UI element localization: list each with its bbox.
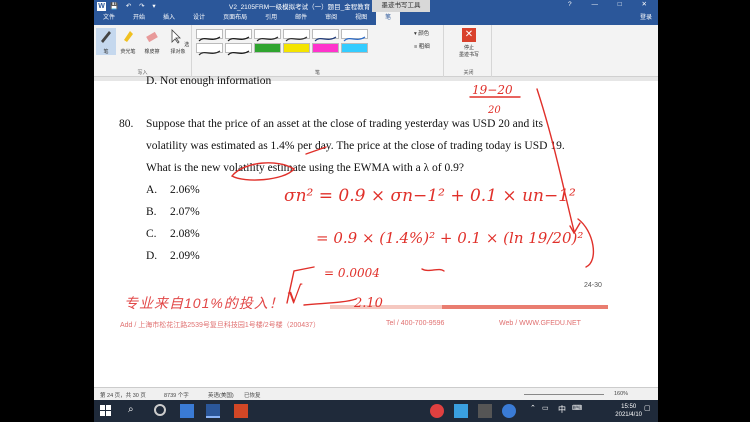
- pen-swatch-2[interactable]: [225, 29, 252, 42]
- ribbon: 笔 荧光笔 橡皮擦 选择对象 写入 笔 ▾ 颜色 ≡ 粗细 ✕ 停止 墨迹书写 …: [94, 25, 658, 77]
- close-button[interactable]: ✕: [642, 1, 656, 8]
- app-icon[interactable]: [180, 404, 194, 418]
- word-app-icon: W: [97, 1, 106, 11]
- tab-pen[interactable]: 笔: [376, 12, 401, 25]
- search-icon[interactable]: ⌕: [128, 404, 142, 418]
- ink-fraction-top: 19−20: [472, 83, 513, 97]
- maximize-button[interactable]: □: [618, 1, 631, 8]
- ink-formula-2: = 0.9 × (1.4%)² + 0.1 × (ln 19/20)²: [316, 229, 583, 247]
- tab-layout[interactable]: 页面布局: [214, 12, 256, 25]
- close-group-label: 关闭: [463, 70, 474, 76]
- pen-icon: [101, 31, 111, 43]
- highlighter-tool-label: 荧光笔: [120, 49, 136, 55]
- select-objects-button[interactable]: 选择对象: [166, 28, 190, 55]
- ink-formula-3: = 0.0004: [324, 266, 380, 280]
- ime-indicator[interactable]: 中: [558, 404, 572, 418]
- clock-time: 15:50: [621, 404, 637, 410]
- context-tab-label: 墨迹书写工具: [372, 0, 430, 12]
- tray-icon-4[interactable]: [502, 404, 516, 418]
- close-icon: ✕: [462, 28, 476, 42]
- tab-file[interactable]: 文件: [94, 12, 125, 25]
- tab-design[interactable]: 设计: [184, 12, 214, 25]
- pen-tool-button[interactable]: 笔: [96, 28, 116, 55]
- cursor-icon: [171, 29, 181, 44]
- status-words[interactable]: 8739 个字: [164, 391, 189, 399]
- tab-view[interactable]: 视图: [346, 12, 376, 25]
- highlighter-tool-button[interactable]: 荧光笔: [118, 28, 138, 55]
- pen-swatch-3[interactable]: [254, 29, 281, 42]
- color-dropdown[interactable]: ▾ 颜色: [414, 29, 429, 37]
- zoom-slider[interactable]: [524, 394, 604, 395]
- notification-icon[interactable]: ▢: [644, 404, 658, 418]
- pen-swatch-11[interactable]: [312, 43, 339, 53]
- close-group: ✕ 停止 墨迹书写 关闭: [446, 25, 492, 77]
- status-recovered: 已恢复: [244, 393, 261, 399]
- tab-insert[interactable]: 插入: [154, 12, 184, 25]
- pen-swatch-9[interactable]: [254, 43, 281, 53]
- tab-home[interactable]: 开始: [124, 12, 154, 25]
- tray-icon-2[interactable]: [454, 404, 468, 418]
- tray-icon-3[interactable]: [478, 404, 492, 418]
- thickness-dropdown[interactable]: ≡ 粗细: [414, 42, 430, 50]
- write-group: 笔 荧光笔 橡皮擦 选择对象 写入: [94, 25, 192, 77]
- stop-inking-button[interactable]: ✕ 停止 墨迹书写: [454, 28, 484, 58]
- pens-group: 笔: [192, 25, 444, 77]
- pen-options: ▾ 颜色 ≡ 粗细: [412, 25, 444, 77]
- document-page[interactable]: D. Not enough information 80. Suppose th…: [94, 75, 658, 402]
- tab-mailings[interactable]: 邮件: [286, 12, 316, 25]
- windows-start-icon[interactable]: [100, 404, 114, 418]
- tab-references[interactable]: 引用: [256, 12, 286, 25]
- ink-fraction-bottom: 20: [487, 105, 501, 116]
- keyboard-icon[interactable]: ⌨: [572, 404, 586, 418]
- window-controls[interactable]: ? — □ ✕: [568, 0, 656, 8]
- minimize-button[interactable]: —: [591, 1, 607, 8]
- powerpoint-taskbar-icon[interactable]: [234, 404, 248, 418]
- status-language[interactable]: 英语(美国): [208, 391, 234, 399]
- tray-app-icon[interactable]: [430, 404, 444, 418]
- eraser-tool-label: 橡皮擦: [144, 49, 160, 55]
- pen-swatch-10[interactable]: [283, 43, 310, 53]
- pen-swatch-8[interactable]: [225, 43, 252, 56]
- ink-sqrt: √: [287, 281, 303, 309]
- pen-swatch-6[interactable]: [341, 29, 368, 42]
- clock[interactable]: 15:50 2021/4/10: [615, 403, 642, 419]
- status-page[interactable]: 第 24 页，共 30 页: [100, 391, 146, 399]
- thickness-label: 粗细: [418, 44, 430, 50]
- network-icon[interactable]: ▭: [542, 404, 556, 418]
- quick-access-toolbar[interactable]: 💾 ↶ ↷ ▾: [110, 2, 159, 10]
- highlighter-icon: [124, 31, 133, 42]
- eraser-icon: [146, 31, 158, 43]
- help-button[interactable]: ?: [568, 1, 581, 8]
- ink-annotations[interactable]: 19−20 20 σn² = 0.9 × σn−1² + 0.1 × un−1²…: [94, 81, 658, 381]
- pen-swatch-7[interactable]: [196, 43, 223, 56]
- ink-result: 2.10: [353, 296, 383, 311]
- eraser-tool-button[interactable]: 橡皮擦: [142, 28, 162, 55]
- status-bar: 第 24 页，共 30 页 8739 个字 英语(美国) 已恢复 160%: [94, 387, 658, 400]
- pen-tool-label: 笔: [103, 49, 109, 55]
- color-label: 颜色: [418, 31, 430, 37]
- zoom-level[interactable]: 160%: [614, 391, 628, 397]
- tab-review[interactable]: 审阅: [316, 12, 346, 25]
- pen-swatch-1[interactable]: [196, 29, 223, 42]
- ink-formula-1: σn² = 0.9 × σn−1² + 0.1 × un−1²: [284, 186, 576, 206]
- ribbon-tabs: 文件 开始 插入 设计 页面布局 引用 邮件 审阅 视图 笔 登录: [94, 12, 658, 25]
- clock-date: 2021/4/10: [615, 412, 642, 418]
- screen: W 💾 ↶ ↷ ▾ V2_2105FRM一级模拟考试（一）题目_金程教育（恢复）…: [94, 0, 658, 422]
- task-view-icon[interactable]: [154, 404, 166, 416]
- taskbar: ⌕ ⌃ ▭ 中 ⌨ 15:50 2021/4/10 ▢: [94, 400, 658, 422]
- login-link[interactable]: 登录: [640, 12, 652, 25]
- word-taskbar-icon[interactable]: [206, 404, 220, 418]
- pen-swatch-5[interactable]: [312, 29, 339, 42]
- pen-swatch-12[interactable]: [341, 43, 368, 53]
- pen-swatch-4[interactable]: [283, 29, 310, 42]
- title-bar: W 💾 ↶ ↷ ▾ V2_2105FRM一级模拟考试（一）题目_金程教育（恢复）…: [94, 0, 658, 12]
- stop-label-1: 停止: [463, 45, 474, 51]
- stop-label-2: 墨迹书写: [458, 52, 479, 58]
